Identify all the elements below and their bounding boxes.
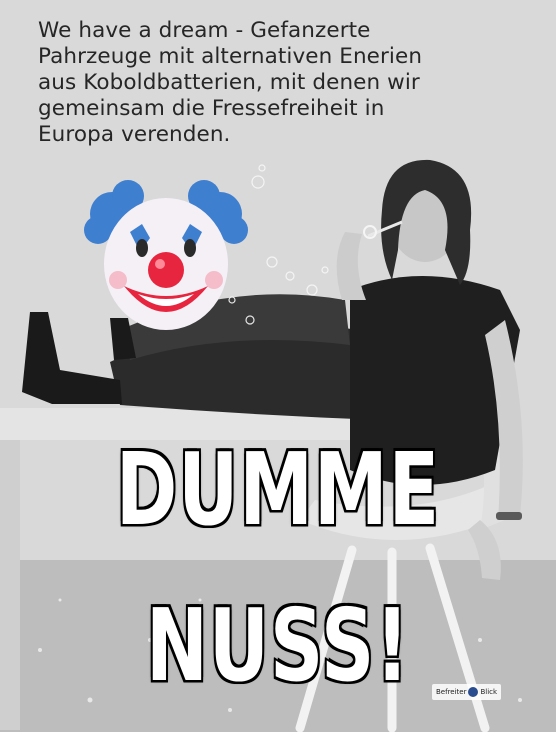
clown-face-icon: [84, 180, 248, 330]
caption-line: Europa verenden.: [38, 122, 231, 147]
watermark-left-text: Befreiter: [436, 688, 467, 696]
caption-line: We have a dream - Gefanzerte: [38, 18, 371, 43]
caption-line: aus Koboldbatterien, mit denen wir: [38, 70, 420, 95]
caption-line: Pahrzeuge mit alternativen Enerien: [38, 44, 423, 69]
watermark: Befreiter Blick: [432, 684, 502, 700]
watermark-right-text: Blick: [480, 688, 498, 696]
caption-line: gemeinsam die Fressefreiheit in: [38, 96, 385, 121]
impact-text-top: DUMME: [114, 430, 441, 550]
caption-text: We have a dream - Gefanzerte Pahrzeuge m…: [38, 18, 508, 148]
meme-image: We have a dream - Gefanzerte Pahrzeuge m…: [0, 0, 556, 732]
watermark-logo-icon: [468, 687, 479, 697]
